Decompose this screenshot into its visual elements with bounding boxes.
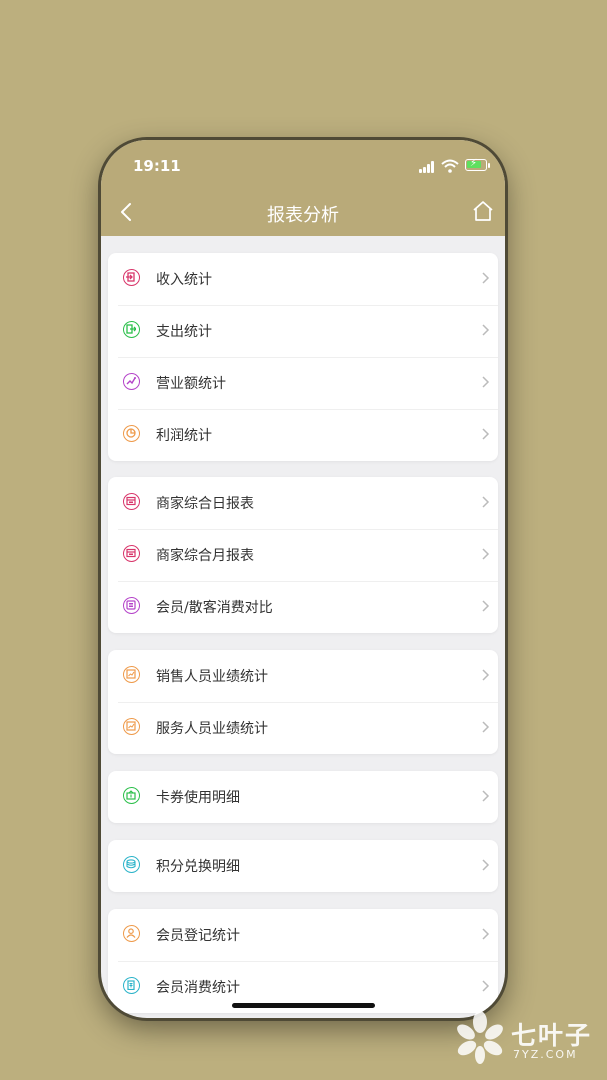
chevron-right-icon [482,669,490,681]
report-item[interactable]: 商家综合月报表 [108,529,498,581]
user-icon [123,925,140,942]
report-group: 会员登记统计 会员消费统计 [108,909,498,1013]
profit-pie-icon [123,425,140,442]
expense-icon [123,321,140,338]
chevron-right-icon [482,721,490,733]
report-item[interactable]: 卡券使用明细 [108,771,498,823]
points-icon [123,856,140,873]
report-item[interactable]: 积分兑换明细 [108,840,498,892]
chevron-right-icon [482,428,490,440]
report-group: 卡券使用明细 [108,771,498,823]
report-item-label: 服务人员业绩统计 [156,721,268,737]
report-item[interactable]: 利润统计 [108,409,498,461]
turnover-icon [123,373,140,390]
report-group: 销售人员业绩统计 服务人员业绩统计 [108,650,498,754]
battery-icon: ⚡ [465,158,487,171]
report-item-label: 销售人员业绩统计 [156,669,268,685]
report-item[interactable]: 服务人员业绩统计 [108,702,498,754]
chart-icon [123,718,140,735]
report-item[interactable]: 商家综合日报表 [108,477,498,529]
chevron-right-icon [482,928,490,940]
battery-tip [488,163,490,168]
chevron-right-icon [482,324,490,336]
header: 19:11 ⚡ 报表分析 [101,140,505,236]
report-item-label: 商家综合月报表 [156,548,254,564]
wifi-icon [441,159,459,173]
report-item-label: 支出统计 [156,324,212,340]
chevron-right-icon [482,272,490,284]
report-item[interactable]: 会员/散客消费对比 [108,581,498,633]
report-group: 积分兑换明细 [108,840,498,892]
report-item[interactable]: 会员登记统计 [108,909,498,961]
report-item-label: 营业额统计 [156,376,226,392]
chevron-right-icon [482,600,490,612]
report-item[interactable]: 销售人员业绩统计 [108,650,498,702]
compare-icon [123,597,140,614]
nav-bar: 报表分析 [101,190,505,236]
income-icon [123,269,140,286]
page-title: 报表分析 [267,205,339,226]
report-item[interactable]: 支出统计 [108,305,498,357]
chevron-right-icon [482,980,490,992]
report-item-label: 会员登记统计 [156,928,240,944]
chevron-right-icon [482,790,490,802]
leaf-logo-icon [457,1011,503,1064]
report-item-label: 收入统计 [156,272,212,288]
report-item[interactable]: 收入统计 [108,253,498,305]
chevron-right-icon [482,548,490,560]
chevron-right-icon [482,376,490,388]
watermark-subtext: 7YZ.COM [513,1048,578,1061]
home-icon[interactable] [471,199,495,223]
phone-frame: 19:11 ⚡ 报表分析 收入统计 支出统计 营业额统计 利润统计 商家综合日报… [101,140,505,1018]
watermark-text: 七叶子 [511,1021,593,1050]
report-item[interactable]: 营业额统计 [108,357,498,409]
watermark: 七叶子 7YZ.COM [455,1010,600,1068]
status-bar: 19:11 ⚡ [101,140,505,190]
report-list: 收入统计支出统计营业额统计利润统计 商家综合日报表 商家综合月报表会员/散客消费对… [101,236,505,1018]
chart-icon [123,666,140,683]
home-indicator[interactable] [232,1003,375,1008]
report-item-label: 积分兑换明细 [156,859,240,875]
chevron-right-icon [482,496,490,508]
signal-icon [419,161,437,173]
coupon-icon [123,787,140,804]
status-time: 19:11 [133,157,181,175]
report-item-label: 利润统计 [156,428,212,444]
report-item-label: 商家综合日报表 [156,496,254,512]
chevron-right-icon [482,859,490,871]
calendar-icon [123,493,140,510]
report-item-label: 会员/散客消费对比 [156,600,273,616]
report-item-label: 会员消费统计 [156,980,240,996]
calendar-icon [123,545,140,562]
report-group: 商家综合日报表 商家综合月报表会员/散客消费对比 [108,477,498,633]
report-group: 收入统计支出统计营业额统计利润统计 [108,253,498,461]
report-item-label: 卡券使用明细 [156,790,240,806]
receipt-icon [123,977,140,994]
